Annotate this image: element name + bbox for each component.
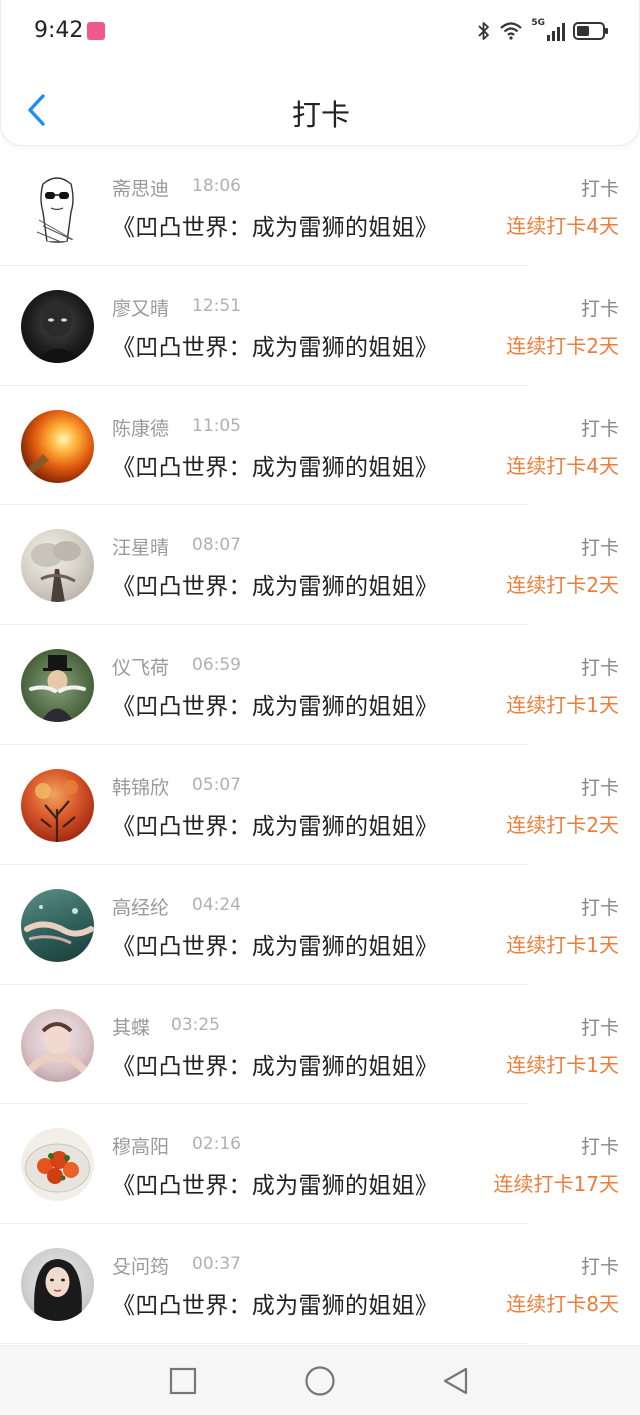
list-item[interactable]: 韩锦欣 05:07 《凹凸世界：成为雷狮的姐姐》 打卡 连续打卡2天 bbox=[0, 745, 640, 865]
avatar[interactable] bbox=[21, 1008, 94, 1082]
streak-label: 连续打卡1天 bbox=[506, 1052, 619, 1077]
avatar[interactable] bbox=[21, 170, 94, 243]
list-item[interactable]: 汪星晴 08:07 《凹凸世界：成为雷狮的姐姐》 打卡 连续打卡2天 bbox=[0, 505, 640, 625]
user-name[interactable]: 陈康德 bbox=[112, 414, 169, 441]
user-name[interactable]: 仪飞荷 bbox=[112, 653, 169, 680]
user-name[interactable]: 汪星晴 bbox=[112, 533, 169, 560]
checkin-label: 打卡 bbox=[580, 417, 619, 440]
avatar[interactable] bbox=[21, 649, 94, 723]
book-title[interactable]: 《凹凸世界：成为雷狮的姐姐》 bbox=[112, 448, 438, 482]
avatar[interactable] bbox=[21, 529, 94, 603]
header: 9:42 5G 打卡 bbox=[0, 0, 640, 146]
status-bar: 9:42 5G bbox=[1, 0, 640, 64]
user-name[interactable]: 其蝶 bbox=[112, 1013, 150, 1040]
streak-label: 连续打卡17天 bbox=[493, 1172, 619, 1197]
system-nav-bar bbox=[0, 1345, 640, 1415]
book-title[interactable]: 《凹凸世界：成为雷狮的姐姐》 bbox=[112, 1047, 438, 1081]
book-title[interactable]: 《凹凸世界：成为雷狮的姐姐》 bbox=[112, 807, 438, 841]
home-button[interactable] bbox=[303, 1364, 337, 1398]
book-title[interactable]: 《凹凸世界：成为雷狮的姐姐》 bbox=[112, 208, 438, 242]
avatar[interactable] bbox=[21, 289, 94, 363]
checkin-time: 06:59 bbox=[192, 655, 241, 676]
checkin-label: 打卡 bbox=[580, 178, 619, 200]
recents-button[interactable] bbox=[166, 1364, 200, 1398]
user-name[interactable]: 韩锦欣 bbox=[112, 773, 169, 800]
book-title[interactable]: 《凹凸世界：成为雷狮的姐姐》 bbox=[112, 927, 438, 961]
avatar[interactable] bbox=[21, 409, 94, 483]
streak-label: 连续打卡8天 bbox=[506, 1292, 619, 1317]
streak-label: 连续打卡2天 bbox=[506, 573, 619, 598]
system-back-button[interactable] bbox=[438, 1364, 472, 1398]
battery-icon bbox=[573, 22, 608, 40]
triangle-back-icon bbox=[443, 1367, 468, 1395]
streak-label: 连续打卡4天 bbox=[506, 453, 619, 478]
avatar[interactable] bbox=[21, 1248, 94, 1322]
status-time: 9:42 bbox=[34, 18, 84, 43]
checkin-time: 02:16 bbox=[192, 1134, 241, 1155]
list-item[interactable]: 仪飞荷 06:59 《凹凸世界：成为雷狮的姐姐》 打卡 连续打卡1天 bbox=[0, 625, 640, 745]
checkin-time: 08:07 bbox=[192, 535, 241, 556]
streak-label: 连续打卡4天 bbox=[506, 214, 619, 238]
avatar[interactable] bbox=[21, 768, 94, 842]
checkin-label: 打卡 bbox=[580, 537, 619, 560]
avatar[interactable] bbox=[21, 1128, 94, 1202]
circle-icon bbox=[305, 1366, 335, 1396]
streak-label: 连续打卡1天 bbox=[506, 932, 619, 957]
list-item[interactable]: 穆高阳 02:16 《凹凸世界：成为雷狮的姐姐》 打卡 连续打卡17天 bbox=[0, 1104, 640, 1224]
bluetooth-icon bbox=[478, 22, 490, 40]
streak-label: 连续打卡2天 bbox=[506, 333, 619, 358]
streak-label: 连续打卡1天 bbox=[506, 693, 619, 718]
checkin-label: 打卡 bbox=[580, 1256, 619, 1279]
checkin-label: 打卡 bbox=[580, 1136, 619, 1159]
checkin-time: 18:06 bbox=[192, 176, 241, 196]
checkin-time: 04:24 bbox=[192, 894, 241, 915]
user-name[interactable]: 斋思迪 bbox=[112, 174, 169, 201]
checkin-label: 打卡 bbox=[580, 776, 619, 799]
checkin-time: 11:05 bbox=[192, 415, 241, 436]
checkin-label: 打卡 bbox=[580, 1016, 619, 1039]
checkin-label: 打卡 bbox=[580, 896, 619, 919]
checkin-list: 斋思迪 18:06 《凹凸世界：成为雷狮的姐姐》 打卡 连续打卡4天 廖又晴 1… bbox=[0, 146, 640, 1344]
book-title[interactable]: 《凹凸世界：成为雷狮的姐姐》 bbox=[112, 567, 438, 601]
checkin-time: 00:37 bbox=[192, 1254, 241, 1275]
checkin-label: 打卡 bbox=[580, 297, 619, 320]
square-icon bbox=[169, 1367, 197, 1395]
page-title: 打卡 bbox=[291, 98, 350, 132]
list-item[interactable]: 廖又晴 12:51 《凹凸世界：成为雷狮的姐姐》 打卡 连续打卡2天 bbox=[0, 266, 640, 386]
checkin-time: 03:25 bbox=[171, 1014, 220, 1035]
list-item[interactable]: 其蝶 03:25 《凹凸世界：成为雷狮的姐姐》 打卡 连续打卡1天 bbox=[0, 985, 640, 1105]
list-item[interactable]: 殳问筠 00:37 《凹凸世界：成为雷狮的姐姐》 打卡 连续打卡8天 bbox=[0, 1224, 640, 1344]
checkin-label: 打卡 bbox=[580, 657, 619, 680]
checkin-time: 05:07 bbox=[192, 774, 241, 795]
streak-label: 连续打卡2天 bbox=[506, 812, 619, 837]
network-type-label: 5G bbox=[531, 18, 545, 28]
book-title[interactable]: 《凹凸世界：成为雷狮的姐姐》 bbox=[112, 1166, 438, 1200]
avatar[interactable] bbox=[21, 888, 94, 962]
title-bar: 打卡 bbox=[1, 74, 640, 146]
user-name[interactable]: 高经纶 bbox=[112, 893, 169, 920]
user-name[interactable]: 穆高阳 bbox=[112, 1132, 169, 1159]
book-title[interactable]: 《凹凸世界：成为雷狮的姐姐》 bbox=[112, 1286, 438, 1320]
signal-icon bbox=[547, 23, 565, 41]
app-notification-icon bbox=[87, 22, 105, 40]
user-name[interactable]: 廖又晴 bbox=[112, 294, 169, 321]
checkin-time: 12:51 bbox=[192, 295, 241, 316]
wifi-icon bbox=[500, 22, 523, 40]
list-item[interactable]: 高经纶 04:24 《凹凸世界：成为雷狮的姐姐》 打卡 连续打卡1天 bbox=[0, 865, 640, 985]
book-title[interactable]: 《凹凸世界：成为雷狮的姐姐》 bbox=[112, 328, 438, 362]
status-icons: 5G bbox=[477, 18, 609, 44]
list-item[interactable]: 陈康德 11:05 《凹凸世界：成为雷狮的姐姐》 打卡 连续打卡4天 bbox=[0, 386, 640, 506]
book-title[interactable]: 《凹凸世界：成为雷狮的姐姐》 bbox=[112, 687, 438, 721]
list-item[interactable]: 斋思迪 18:06 《凹凸世界：成为雷狮的姐姐》 打卡 连续打卡4天 bbox=[0, 146, 640, 266]
user-name[interactable]: 殳问筠 bbox=[112, 1252, 169, 1279]
